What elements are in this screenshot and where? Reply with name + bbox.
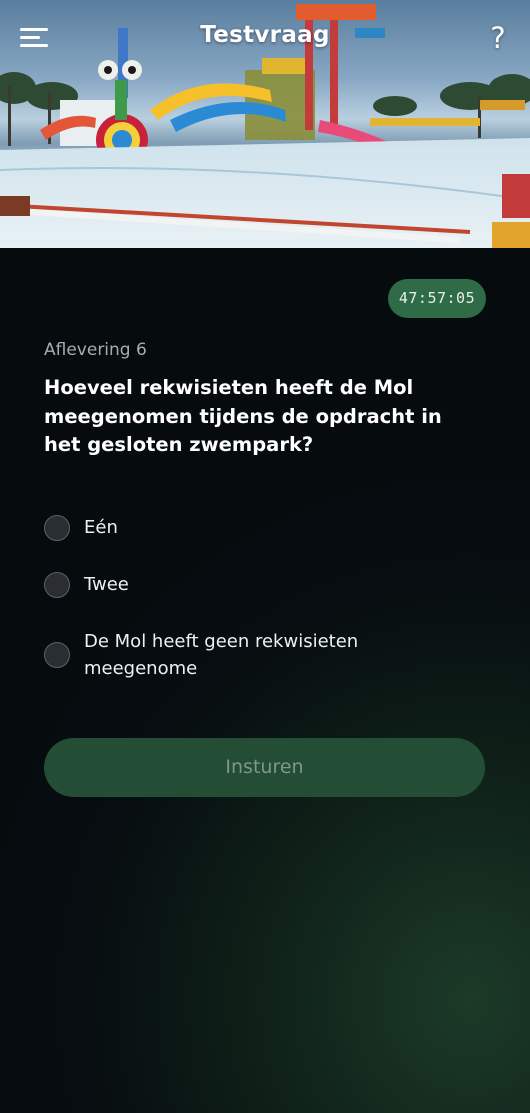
page-title: Testvraag — [200, 22, 330, 48]
radio-button[interactable] — [44, 642, 70, 668]
radio-button[interactable] — [44, 572, 70, 598]
question-text: Hoeveel rekwisieten heeft de Mol meegeno… — [44, 376, 442, 456]
answer-option-label: Eén — [84, 517, 118, 538]
top-bar: Testvraag ? — [0, 0, 530, 80]
question-mark-icon[interactable]: ? — [484, 20, 512, 56]
submit-button[interactable]: Insturen — [44, 738, 485, 797]
answer-option-label: Twee — [84, 574, 129, 595]
radio-button[interactable] — [44, 515, 70, 541]
answer-option-twee[interactable]: Twee — [44, 571, 484, 601]
episode-label: Aflevering 6 — [44, 340, 147, 360]
answer-option-label: De Mol heeft geen rekwisieten meegenome — [84, 631, 359, 679]
header-image: Testvraag ? — [0, 0, 530, 248]
answer-option-een[interactable]: Eén — [44, 514, 484, 544]
answer-option-geen[interactable]: De Mol heeft geen rekwisieten meegenome — [44, 628, 484, 684]
countdown-timer-badge: 47:57:05 — [388, 279, 486, 318]
